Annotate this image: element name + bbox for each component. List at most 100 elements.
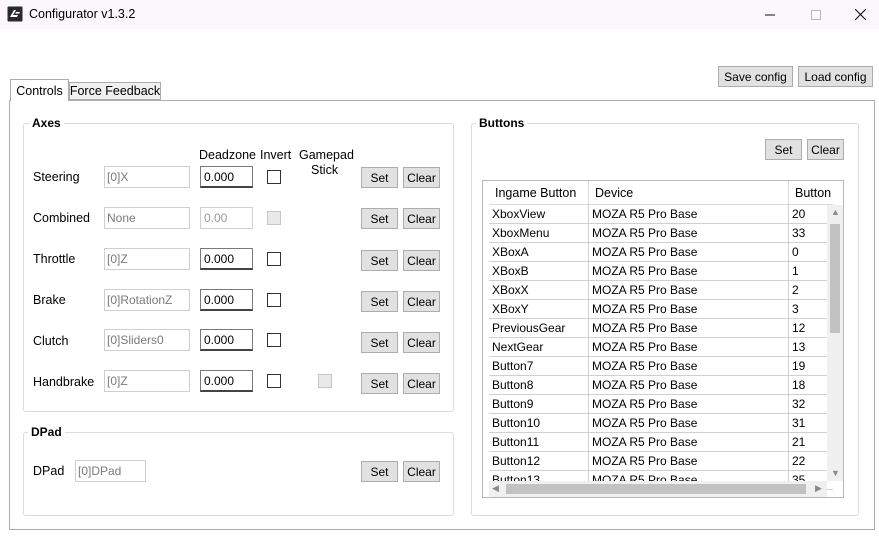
column-header-device[interactable]: Device: [589, 181, 789, 205]
table-row[interactable]: Button11 MOZA R5 Pro Base 21: [489, 433, 833, 452]
steering-invert-checkbox[interactable]: [267, 170, 281, 184]
column-header-ingame-button[interactable]: Ingame Button: [489, 181, 589, 205]
save-config-button[interactable]: Save config: [718, 66, 793, 87]
combined-set-button[interactable]: Set: [361, 208, 398, 229]
device-cell: MOZA R5 Pro Base: [589, 376, 789, 395]
brake-set-button[interactable]: Set: [361, 291, 398, 312]
ingame-button-cell: XBoxY: [489, 300, 589, 319]
horizontal-scroll-thumb[interactable]: [506, 484, 806, 494]
load-config-button[interactable]: Load config: [798, 66, 873, 87]
table-row[interactable]: PreviousGear MOZA R5 Pro Base 12: [489, 319, 833, 338]
combined-invert-checkbox: [267, 211, 281, 225]
device-cell: MOZA R5 Pro Base: [589, 262, 789, 281]
table-row[interactable]: Button12 MOZA R5 Pro Base 22: [489, 452, 833, 471]
table-row[interactable]: XBoxB MOZA R5 Pro Base 1: [489, 262, 833, 281]
app-logo-icon: [7, 6, 23, 22]
brake-binding-field: [0]RotationZ: [104, 289, 190, 311]
throttle-deadzone-input[interactable]: 0.000: [200, 248, 253, 270]
combined-clear-button[interactable]: Clear: [403, 208, 440, 229]
stick-header: Stick: [311, 163, 339, 177]
ingame-button-cell: XBoxA: [489, 243, 589, 262]
axis-label-throttle: Throttle: [33, 252, 76, 266]
table-row[interactable]: NextGear MOZA R5 Pro Base 13: [489, 338, 833, 357]
vertical-scroll-thumb[interactable]: [830, 224, 840, 333]
brake-invert-checkbox[interactable]: [267, 293, 281, 307]
table-row[interactable]: XBoxA MOZA R5 Pro Base 0: [489, 243, 833, 262]
throttle-binding-field: [0]Z: [104, 248, 190, 270]
scroll-up-icon[interactable]: ▲: [831, 207, 840, 217]
table-row[interactable]: XBoxY MOZA R5 Pro Base 3: [489, 300, 833, 319]
window-title: Configurator v1.3.2: [29, 7, 136, 21]
table-row[interactable]: Button7 MOZA R5 Pro Base 19: [489, 357, 833, 376]
axis-label-brake: Brake: [33, 293, 66, 307]
axis-label-combined: Combined: [33, 211, 90, 225]
close-button[interactable]: [837, 0, 879, 29]
ingame-button-cell: XboxMenu: [489, 224, 589, 243]
ingame-button-cell: NextGear: [489, 338, 589, 357]
handbrake-set-button[interactable]: Set: [361, 373, 398, 394]
table-row[interactable]: Button9 MOZA R5 Pro Base 32: [489, 395, 833, 414]
clutch-set-button[interactable]: Set: [361, 332, 398, 353]
dpad-set-button[interactable]: Set: [361, 461, 398, 482]
clutch-deadzone-input[interactable]: 0.000: [200, 329, 253, 351]
device-cell: MOZA R5 Pro Base: [589, 243, 789, 262]
minimize-icon: [765, 14, 775, 15]
device-cell: MOZA R5 Pro Base: [589, 395, 789, 414]
maximize-icon: [811, 9, 821, 20]
horizontal-scrollbar[interactable]: ◀ ▶: [489, 481, 827, 497]
clutch-invert-checkbox[interactable]: [267, 333, 281, 347]
buttons-group-title: Buttons: [476, 116, 528, 130]
invert-header: Invert: [260, 148, 292, 162]
scroll-left-icon[interactable]: ◀: [492, 483, 499, 494]
tab-force-feedback[interactable]: Force Feedback: [69, 82, 161, 100]
dpad-binding-field: [0]DPad: [75, 460, 146, 482]
handbrake-invert-checkbox[interactable]: [267, 374, 281, 388]
ingame-button-cell: Button9: [489, 395, 589, 414]
maximize-button[interactable]: [793, 0, 839, 29]
handbrake-deadzone-input[interactable]: 0.000: [200, 370, 253, 392]
combined-deadzone-input: 0.00: [200, 207, 253, 229]
tab-controls[interactable]: Controls: [10, 79, 69, 101]
ingame-button-cell: Button12: [489, 452, 589, 471]
ingame-button-cell: PreviousGear: [489, 319, 589, 338]
brake-deadzone-input[interactable]: 0.000: [200, 289, 253, 311]
ingame-button-cell: Button8: [489, 376, 589, 395]
steering-clear-button[interactable]: Clear: [403, 167, 440, 188]
brake-clear-button[interactable]: Clear: [403, 291, 440, 312]
ingame-button-cell: XboxView: [489, 205, 589, 224]
throttle-clear-button[interactable]: Clear: [403, 250, 440, 271]
gamepad-header: Gamepad: [299, 148, 354, 162]
axis-label-handbrake: Handbrake: [33, 375, 95, 389]
device-cell: MOZA R5 Pro Base: [589, 433, 789, 452]
deadzone-header: Deadzone: [199, 148, 256, 162]
column-header-button[interactable]: Button: [789, 181, 833, 205]
ingame-button-cell: XBoxX: [489, 281, 589, 300]
combined-binding-field: None: [104, 207, 190, 229]
handbrake-clear-button[interactable]: Clear: [403, 373, 440, 394]
device-cell: MOZA R5 Pro Base: [589, 300, 789, 319]
scroll-right-icon[interactable]: ▶: [815, 483, 822, 494]
table-row[interactable]: Button8 MOZA R5 Pro Base 18: [489, 376, 833, 395]
device-cell: MOZA R5 Pro Base: [589, 205, 789, 224]
table-row[interactable]: XboxView MOZA R5 Pro Base 20: [489, 205, 833, 224]
buttons-set-button[interactable]: Set: [765, 139, 802, 160]
table-row[interactable]: XboxMenu MOZA R5 Pro Base 33: [489, 224, 833, 243]
ingame-button-cell: Button11: [489, 433, 589, 452]
scroll-down-icon[interactable]: ▼: [831, 468, 840, 478]
minimize-button[interactable]: [747, 0, 793, 29]
buttons-grid[interactable]: Ingame Button Device Button XboxView MOZA…: [482, 180, 844, 498]
throttle-invert-checkbox[interactable]: [267, 252, 281, 266]
dpad-clear-button[interactable]: Clear: [403, 461, 440, 482]
device-cell: MOZA R5 Pro Base: [589, 357, 789, 376]
table-row[interactable]: Button10 MOZA R5 Pro Base 31: [489, 414, 833, 433]
clutch-binding-field: [0]Sliders0: [104, 329, 190, 351]
buttons-clear-button[interactable]: Clear: [807, 139, 844, 160]
throttle-set-button[interactable]: Set: [361, 250, 398, 271]
device-cell: MOZA R5 Pro Base: [589, 414, 789, 433]
vertical-scrollbar[interactable]: ▲ ▼: [827, 205, 843, 481]
steering-set-button[interactable]: Set: [361, 167, 398, 188]
steering-deadzone-input[interactable]: 0.000: [200, 166, 253, 188]
table-row[interactable]: XBoxX MOZA R5 Pro Base 2: [489, 281, 833, 300]
ingame-button-cell: Button7: [489, 357, 589, 376]
clutch-clear-button[interactable]: Clear: [403, 332, 440, 353]
